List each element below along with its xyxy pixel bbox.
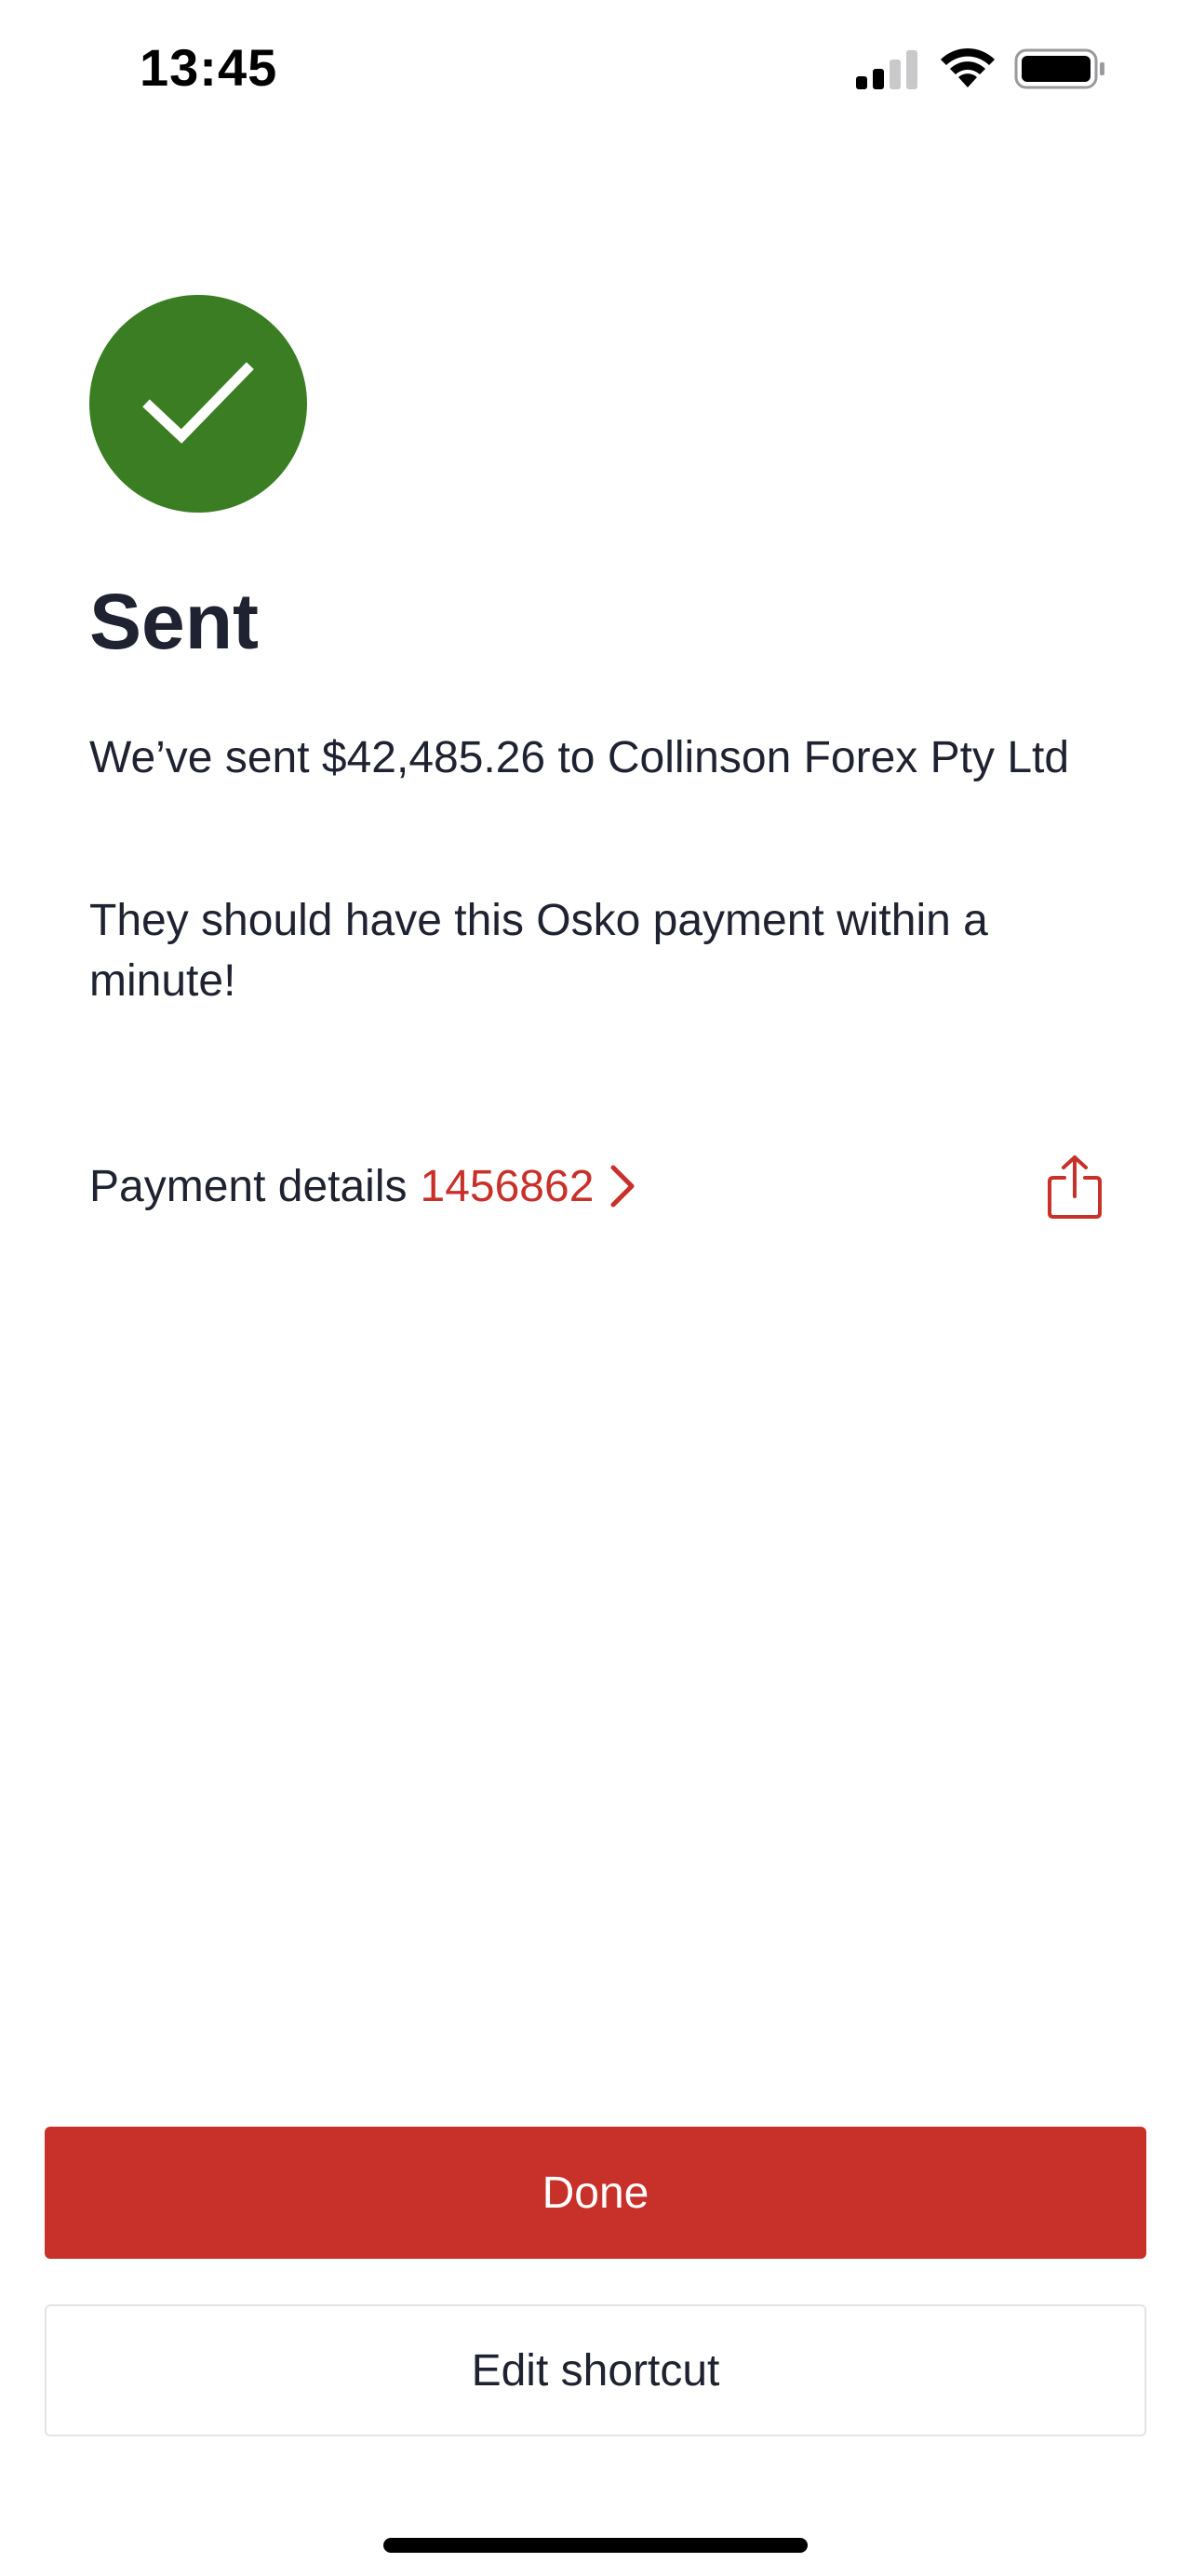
success-checkmark-icon — [89, 295, 307, 513]
share-button[interactable] — [1042, 1150, 1107, 1224]
osko-timing-message: They should have this Osko payment withi… — [89, 896, 988, 1006]
payment-details-label: Payment details — [89, 1161, 408, 1211]
battery-icon — [1014, 48, 1107, 94]
share-icon — [1048, 1155, 1102, 1219]
status-time: 13:45 — [140, 38, 278, 97]
checkmark-icon — [142, 362, 254, 444]
wifi-icon — [938, 47, 997, 94]
home-indicator[interactable] — [383, 2538, 808, 2553]
payment-reference-number: 1456862 — [420, 1161, 595, 1211]
sent-amount-message: We’ve sent $42,485.26 to Collinson Forex… — [89, 733, 1070, 782]
cellular-signal-icon — [856, 50, 921, 96]
payment-sent-screen: 13:45 Sent We’ve sent $42,485.26 to Coll… — [0, 0, 1191, 2576]
page-title: Sent — [89, 578, 260, 665]
edit-shortcut-button[interactable]: Edit shortcut — [45, 2304, 1146, 2436]
done-button[interactable]: Done — [45, 2127, 1146, 2259]
chevron-right-icon — [609, 1164, 636, 1208]
payment-details-link[interactable]: Payment details 1456862 — [89, 1154, 636, 1219]
status-bar: 13:45 — [0, 0, 1191, 140]
